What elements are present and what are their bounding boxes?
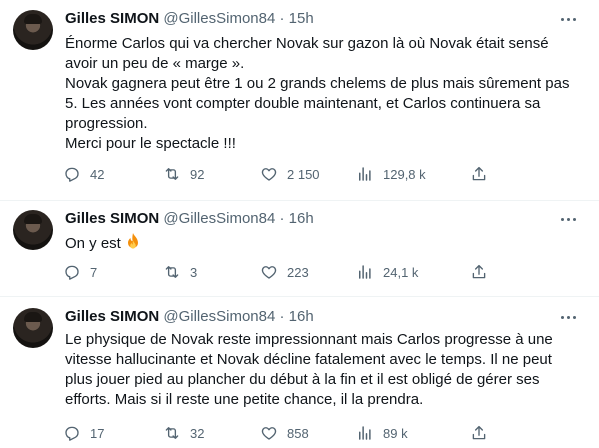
reply-icon [65,167,79,182]
avatar[interactable] [13,10,53,50]
tweet-line: plus jouer pied au plancher du début à l… [65,371,540,388]
retweet-icon [165,427,179,439]
reply-icon [65,265,79,280]
reply-icon [65,426,79,441]
more-icon[interactable] [559,10,577,28]
separator: · [279,10,285,27]
tweet-line: efforts. Mais si il reste une petite cha… [65,391,424,408]
more-icon[interactable] [559,210,577,228]
reply-button[interactable]: 42 [63,164,104,184]
views-icon [359,426,371,440]
tweet-line: progression. [65,115,148,132]
retweet-button[interactable]: 3 [163,262,197,282]
reply-button[interactable]: 7 [63,262,97,282]
views-icon [359,265,371,279]
author-handle[interactable]: @GillesSimon84 [163,10,275,27]
share-button[interactable] [470,262,497,282]
reply-count: 7 [90,264,98,280]
retweet-button[interactable]: 32 [163,423,204,443]
view-count: 89 k [383,425,408,441]
tweet-line: vitesse hallucinante et Novak décline fa… [65,351,552,368]
tweet-time[interactable]: 15h [289,10,314,27]
share-icon [472,425,486,440]
tweet-line: Merci pour le spectacle !!! [65,135,236,152]
reply-button[interactable]: 17 [63,423,104,443]
retweet-icon [165,266,179,278]
separator: · [279,308,285,325]
avatar[interactable] [13,308,53,348]
tweet[interactable]: Gilles SIMON @GillesSimon84 · 15h Énorme… [0,0,599,201]
retweet-count: 32 [190,425,205,441]
tweet-text: Le physique de Novak reste impressionnan… [65,330,585,410]
like-icon [261,427,277,440]
tweet-header: Gilles SIMON @GillesSimon84 · 16h [65,209,314,229]
share-button[interactable] [470,423,497,443]
tweet-actions: 7 3 223 24,1 k [63,262,493,282]
share-button[interactable] [470,164,497,184]
avatar[interactable] [13,210,53,250]
reply-count: 17 [90,425,105,441]
retweet-icon [165,168,179,180]
views-button[interactable]: 89 k [356,423,408,443]
retweet-count: 3 [190,264,198,280]
more-icon[interactable] [559,308,577,326]
tweet-text: Énorme Carlos qui va chercher Novak sur … [65,34,585,154]
retweet-count: 92 [190,166,205,182]
tweet-actions: 42 92 2 150 129,8 k [63,164,493,184]
like-count: 2 150 [287,166,320,182]
view-count: 129,8 k [383,166,426,182]
author-name[interactable]: Gilles SIMON [65,210,159,227]
author-handle[interactable]: @GillesSimon84 [163,210,275,227]
tweet-actions: 17 32 858 89 k [63,423,493,443]
tweet-header: Gilles SIMON @GillesSimon84 · 15h [65,9,314,29]
like-count: 858 [287,425,309,441]
reply-count: 42 [90,166,105,182]
tweet-line: On y est [65,235,121,252]
share-icon [472,166,486,181]
author-handle[interactable]: @GillesSimon84 [163,308,275,325]
views-button[interactable]: 24,1 k [356,262,418,282]
like-icon [261,168,277,181]
tweet-line: Novak gagnera peut être 1 ou 2 grands ch… [65,75,570,92]
tweet-header: Gilles SIMON @GillesSimon84 · 16h [65,307,314,327]
separator: · [279,210,285,227]
tweet[interactable]: Gilles SIMON @GillesSimon84 · 16h On y e… [0,201,599,297]
fire-emoji-icon [127,233,138,249]
tweet-time[interactable]: 16h [289,308,314,325]
author-name[interactable]: Gilles SIMON [65,10,159,27]
views-icon [359,167,371,181]
tweet[interactable]: Gilles SIMON @GillesSimon84 · 16h Le phy… [0,297,599,448]
author-name[interactable]: Gilles SIMON [65,308,159,325]
share-icon [472,264,486,279]
like-icon [261,266,277,279]
retweet-button[interactable]: 92 [163,164,204,184]
like-button[interactable]: 223 [260,262,309,282]
tweet-line: avoir un peu de « marge ». [65,55,245,72]
like-count: 223 [287,264,309,280]
view-count: 24,1 k [383,264,419,280]
tweet-line: Énorme Carlos qui va chercher Novak sur … [65,35,549,52]
tweet-line: Le physique de Novak reste impressionnan… [65,331,553,348]
like-button[interactable]: 2 150 [260,164,320,184]
views-button[interactable]: 129,8 k [356,164,426,184]
like-button[interactable]: 858 [260,423,309,443]
tweet-text: On y est [65,232,585,254]
tweet-line: 5. Les années vont compter double mainte… [65,95,541,112]
tweet-time[interactable]: 16h [289,210,314,227]
